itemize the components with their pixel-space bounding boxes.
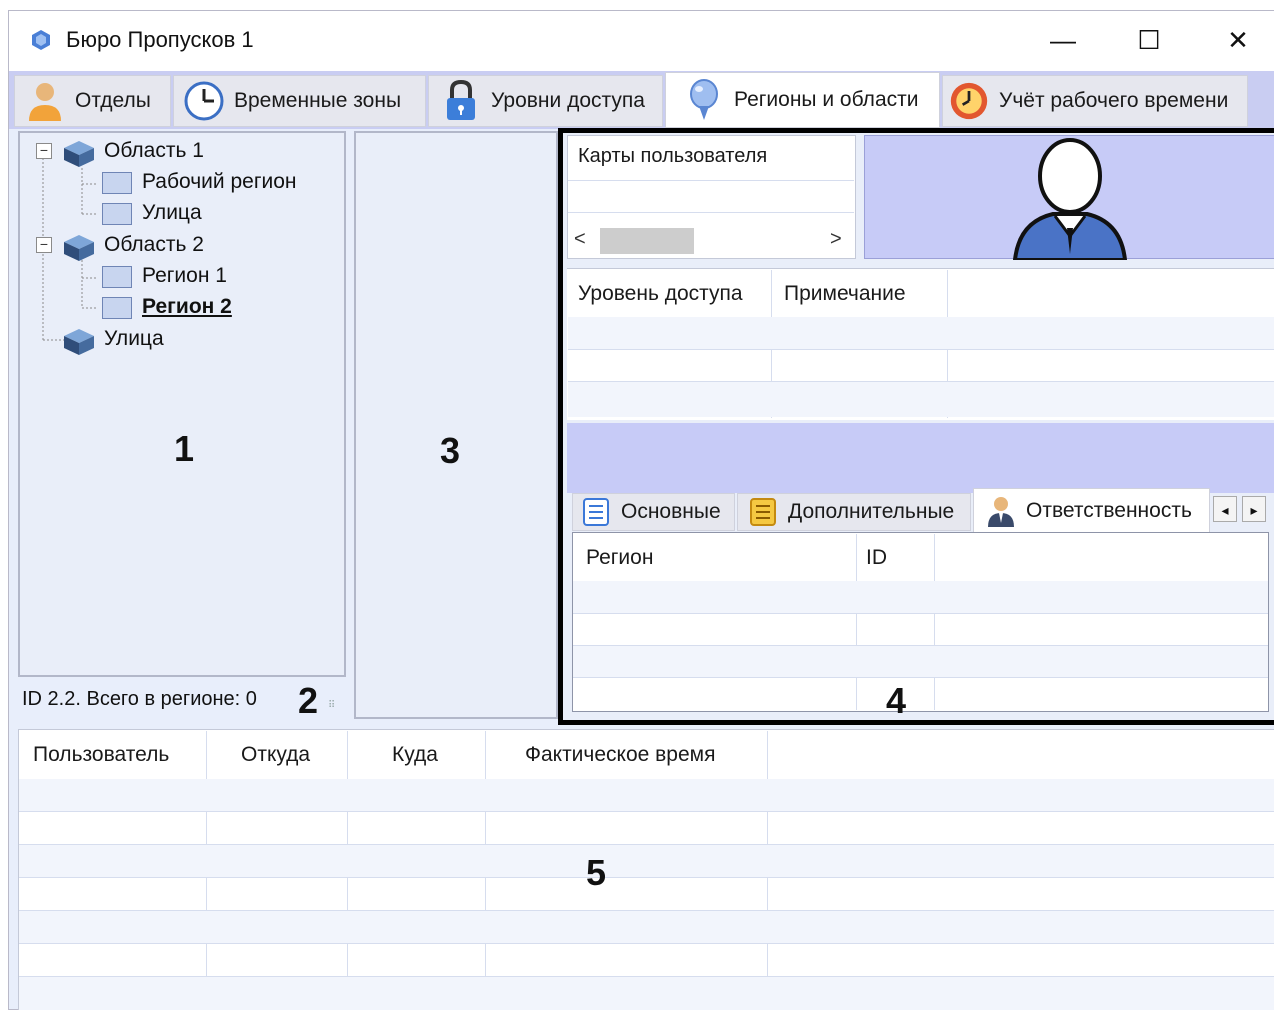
clock-icon (184, 81, 224, 121)
column-actual-time[interactable]: Фактическое время (525, 743, 715, 767)
table-row[interactable] (19, 910, 1274, 943)
tab-label: Ответственность (1026, 498, 1192, 522)
close-button[interactable]: ✕ (1209, 13, 1267, 67)
column-user[interactable]: Пользователь (33, 743, 169, 767)
expand-toggle[interactable]: − (36, 237, 52, 253)
minimize-button[interactable]: — (1034, 13, 1092, 67)
tab-label: Отделы (75, 89, 151, 112)
callout-2: 2 (298, 680, 319, 721)
tab-work-time[interactable]: Учёт рабочего времени (942, 75, 1248, 127)
tab-responsibility[interactable]: Ответственность (973, 488, 1210, 532)
table-row[interactable] (19, 943, 1274, 976)
expand-toggle[interactable]: − (36, 143, 52, 159)
scroll-right-button[interactable]: > (830, 228, 842, 251)
user-cards-header: Карты пользователя (578, 145, 768, 167)
table-row[interactable] (568, 317, 1274, 349)
maximize-button[interactable]: ☐ (1120, 13, 1178, 67)
tree-item-area-2[interactable]: Область 2 (104, 233, 204, 257)
tree-item-street-area[interactable]: Улица (104, 327, 164, 351)
horizontal-scrollbar[interactable]: < > (568, 226, 854, 256)
tree-item-region-2[interactable]: Регион 2 (142, 295, 232, 319)
table-row[interactable] (573, 645, 1268, 677)
tab-label: Уровни доступа (491, 89, 645, 112)
area-cube-icon (62, 233, 96, 263)
tree-item-street[interactable]: Улица (142, 201, 202, 225)
table-row[interactable] (19, 811, 1274, 844)
status-bar: ID 2.2. Всего в регионе: 0 (22, 688, 257, 710)
row-divider (568, 212, 854, 213)
column-region[interactable]: Регион (586, 546, 653, 570)
tree-item-work-region[interactable]: Рабочий регион (142, 170, 297, 194)
tab-access-levels[interactable]: Уровни доступа (428, 75, 663, 127)
notes-icon (750, 498, 776, 526)
tab-main-info[interactable]: Основные (572, 493, 735, 531)
row-divider (568, 180, 854, 181)
table-row[interactable] (19, 779, 1274, 811)
callout-1: 1 (174, 428, 195, 469)
table-row[interactable] (573, 677, 1268, 710)
tab-label: Регионы и области (734, 88, 919, 111)
tabs-scroll-left-button[interactable]: ◂ (1213, 496, 1237, 522)
user-photo (864, 135, 1274, 260)
resize-grip-icon[interactable]: ⠿ (328, 700, 342, 714)
avatar-icon (1012, 138, 1128, 260)
column-access-level[interactable]: Уровень доступа (578, 282, 743, 306)
region-icon (102, 172, 132, 194)
scroll-thumb[interactable] (600, 228, 694, 254)
callout-5: 5 (586, 852, 607, 893)
table-row[interactable] (19, 844, 1274, 877)
scroll-left-button[interactable]: < (574, 228, 586, 251)
column-id[interactable]: ID (866, 546, 887, 570)
list-icon (583, 498, 609, 526)
table-row[interactable] (573, 581, 1268, 613)
tab-label: Основные (621, 500, 721, 523)
map-pin-icon (684, 79, 724, 120)
tab-label: Дополнительные (788, 500, 955, 523)
table-row[interactable] (568, 349, 1274, 381)
tab-additional[interactable]: Дополнительные (737, 493, 971, 531)
region-icon (102, 297, 132, 319)
tab-regions-areas[interactable]: Регионы и области (665, 72, 940, 128)
tab-departments[interactable]: Отделы (14, 75, 171, 127)
tabs-scroll-right-button[interactable]: ▸ (1242, 496, 1266, 522)
callout-3: 3 (440, 430, 461, 471)
region-icon (102, 203, 132, 225)
users-list-panel (354, 131, 558, 719)
column-to[interactable]: Куда (392, 743, 438, 767)
person-icon (986, 495, 1016, 527)
stopwatch-icon (949, 81, 989, 121)
window-title: Бюро Пропусков 1 (66, 27, 254, 52)
tree-item-area-1[interactable]: Область 1 (104, 139, 204, 163)
lock-icon (441, 80, 481, 121)
table-row[interactable] (19, 877, 1274, 910)
callout-4: 4 (886, 680, 907, 721)
tab-time-zones[interactable]: Временные зоны (173, 75, 426, 127)
table-row[interactable] (573, 613, 1268, 645)
tab-label: Временные зоны (234, 89, 402, 112)
column-from[interactable]: Откуда (241, 743, 310, 767)
column-note[interactable]: Примечание (784, 282, 906, 306)
table-row[interactable] (19, 976, 1274, 1010)
tab-label: Учёт рабочего времени (999, 89, 1229, 112)
app-icon (30, 29, 52, 51)
region-icon (102, 266, 132, 288)
area-cube-icon (62, 327, 96, 357)
table-row[interactable] (568, 381, 1274, 417)
user-icon (25, 81, 65, 121)
details-band (567, 423, 1274, 493)
area-cube-icon (62, 139, 96, 169)
tree-item-region-1[interactable]: Регион 1 (142, 264, 227, 288)
